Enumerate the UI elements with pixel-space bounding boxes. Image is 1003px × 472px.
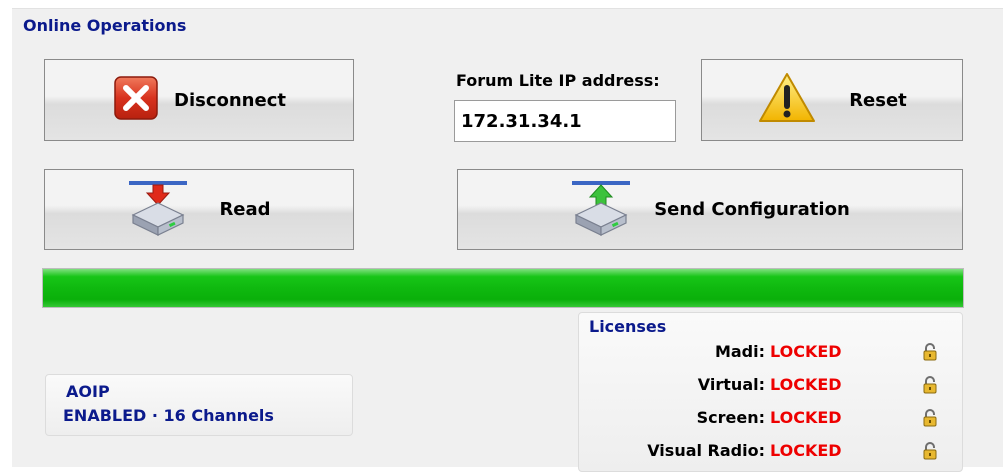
aoip-box: AOIP ENABLED · 16 Channels <box>45 374 353 436</box>
license-name: Visual Radio: <box>647 441 765 460</box>
progress-bar <box>42 268 964 308</box>
aoip-status: ENABLED · 16 Channels <box>63 406 274 425</box>
reset-label: Reset <box>849 89 907 111</box>
online-operations-panel: Online Operations Disconnect Forum Lite … <box>12 8 1003 472</box>
license-status: LOCKED <box>770 375 842 394</box>
license-status: LOCKED <box>770 408 842 427</box>
disconnect-button[interactable]: Disconnect <box>44 59 354 141</box>
license-status: LOCKED <box>770 441 842 460</box>
padlock-icon[interactable] <box>923 442 937 460</box>
license-name: Madi: <box>714 342 765 361</box>
disk-read-icon <box>127 177 189 242</box>
license-row-visual-radio: Visual Radio: LOCKED <box>579 441 962 463</box>
license-status: LOCKED <box>770 342 842 361</box>
padlock-icon[interactable] <box>923 343 937 361</box>
padlock-icon[interactable] <box>923 376 937 394</box>
disconnect-error-icon <box>112 74 160 127</box>
read-button[interactable]: Read <box>44 169 354 250</box>
license-name: Virtual: <box>697 375 765 394</box>
license-row-madi: Madi: LOCKED <box>579 342 962 364</box>
licenses-box: Licenses Madi: LOCKED Virtual: LOCKED Sc… <box>578 312 963 472</box>
aoip-title: AOIP <box>66 382 110 401</box>
reset-button[interactable]: Reset <box>701 59 963 141</box>
disconnect-label: Disconnect <box>174 89 286 111</box>
progress-fill <box>43 269 963 307</box>
ip-address-input[interactable] <box>454 100 676 142</box>
license-row-screen: Screen: LOCKED <box>579 408 962 430</box>
ip-address-label: Forum Lite IP address: <box>456 71 660 90</box>
license-row-virtual: Virtual: LOCKED <box>579 375 962 397</box>
licenses-title: Licenses <box>589 317 667 336</box>
send-configuration-label: Send Configuration <box>654 199 850 220</box>
disk-upload-icon <box>570 177 632 242</box>
send-configuration-button[interactable]: Send Configuration <box>457 169 963 250</box>
license-name: Screen: <box>696 408 765 427</box>
warning-icon <box>757 71 817 130</box>
section-title: Online Operations <box>23 16 187 35</box>
read-label: Read <box>219 199 271 220</box>
padlock-icon[interactable] <box>923 409 937 427</box>
